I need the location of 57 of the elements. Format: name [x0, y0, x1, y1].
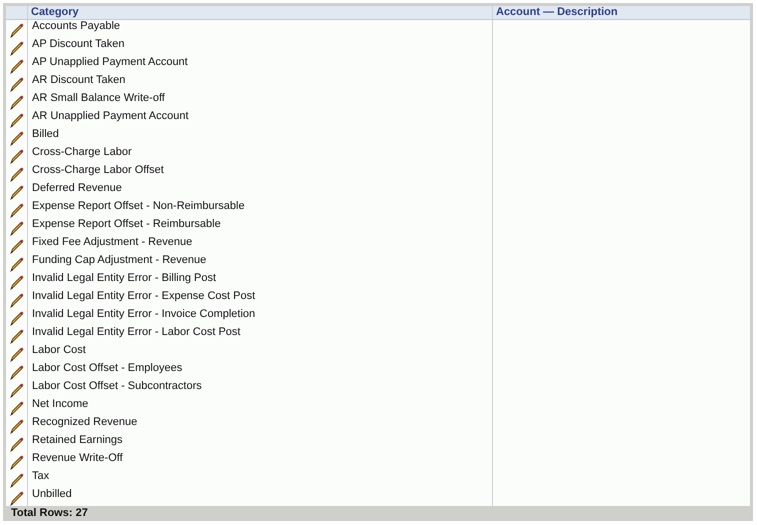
category-cell: Retained Earnings [32, 434, 123, 446]
pencil-icon[interactable] [9, 184, 25, 200]
category-cell: AR Unapplied Payment Account [32, 110, 189, 122]
category-cell: Invalid Legal Entity Error - Expense Cost Post [32, 290, 256, 302]
column-header: Category [31, 6, 79, 18]
category-cell: Labor Cost [32, 344, 86, 356]
pencil-icon[interactable] [9, 238, 25, 254]
category-cell: Cross-Charge Labor [32, 146, 132, 158]
category-cell: AP Discount Taken [32, 38, 125, 50]
category-cell: Invalid Legal Entity Error - Invoice Completion [32, 308, 256, 320]
pencil-icon[interactable] [9, 310, 25, 326]
pencil-icon[interactable] [9, 40, 25, 56]
category-cell: Fixed Fee Adjustment - Revenue [32, 236, 192, 248]
category-cell: AR Discount Taken [32, 74, 126, 86]
category-cell: Recognized Revenue [32, 416, 138, 428]
pencil-icon[interactable] [9, 400, 25, 416]
pencil-icon[interactable] [9, 94, 25, 110]
category-cell: Cross-Charge Labor Offset [32, 164, 164, 176]
pencil-icon[interactable] [9, 382, 25, 398]
pencil-icon[interactable] [9, 76, 25, 92]
pencil-icon[interactable] [9, 22, 25, 38]
category-cell: Invalid Legal Entity Error - Billing Post [32, 272, 216, 284]
category-cell: Deferred Revenue [32, 182, 122, 194]
category-cell: Expense Report Offset - Reimbursable [32, 218, 221, 230]
pencil-icon[interactable] [9, 328, 25, 344]
category-cell: Expense Report Offset - Non-Reimbursable [32, 200, 245, 212]
pencil-icon[interactable] [9, 112, 25, 128]
total-rows-bar: Total Rows: 27 [3, 506, 753, 521]
category-cell: Net Income [32, 398, 88, 410]
category-cell: Billed [32, 128, 59, 140]
category-cell: AP Unapplied Payment Account [32, 56, 188, 68]
category-cell: AR Small Balance Write-off [32, 92, 165, 104]
pencil-icon[interactable] [9, 436, 25, 452]
pencil-icon[interactable] [9, 220, 25, 236]
category-cell: Invalid Legal Entity Error - Labor Cost Post [32, 326, 240, 338]
category-cell: Tax [32, 470, 50, 482]
pencil-icon[interactable] [9, 364, 25, 380]
pencil-icon[interactable] [9, 166, 25, 182]
pencil-icon[interactable] [9, 202, 25, 218]
column-header: Account — Description [496, 6, 618, 18]
category-cell: Unbilled [32, 488, 72, 500]
pencil-icon[interactable] [9, 418, 25, 434]
category-cell: Revenue Write-Off [32, 452, 123, 464]
category-cell: Labor Cost Offset - Employees [32, 362, 182, 374]
pencil-icon[interactable] [9, 58, 25, 74]
category-cell: Labor Cost Offset - Subcontractors [32, 380, 202, 392]
category-cell: Funding Cap Adjustment - Revenue [32, 254, 206, 266]
pencil-icon[interactable] [9, 454, 25, 470]
pencil-icon[interactable] [9, 274, 25, 290]
pencil-icon[interactable] [9, 130, 25, 146]
pencil-icon[interactable] [9, 256, 25, 272]
pencil-icon[interactable] [9, 472, 25, 488]
category-cell: Accounts Payable [32, 20, 120, 32]
pencil-icon[interactable] [9, 490, 25, 506]
pencil-icon[interactable] [9, 346, 25, 362]
pencil-icon[interactable] [9, 292, 25, 308]
pencil-icon[interactable] [9, 148, 25, 164]
